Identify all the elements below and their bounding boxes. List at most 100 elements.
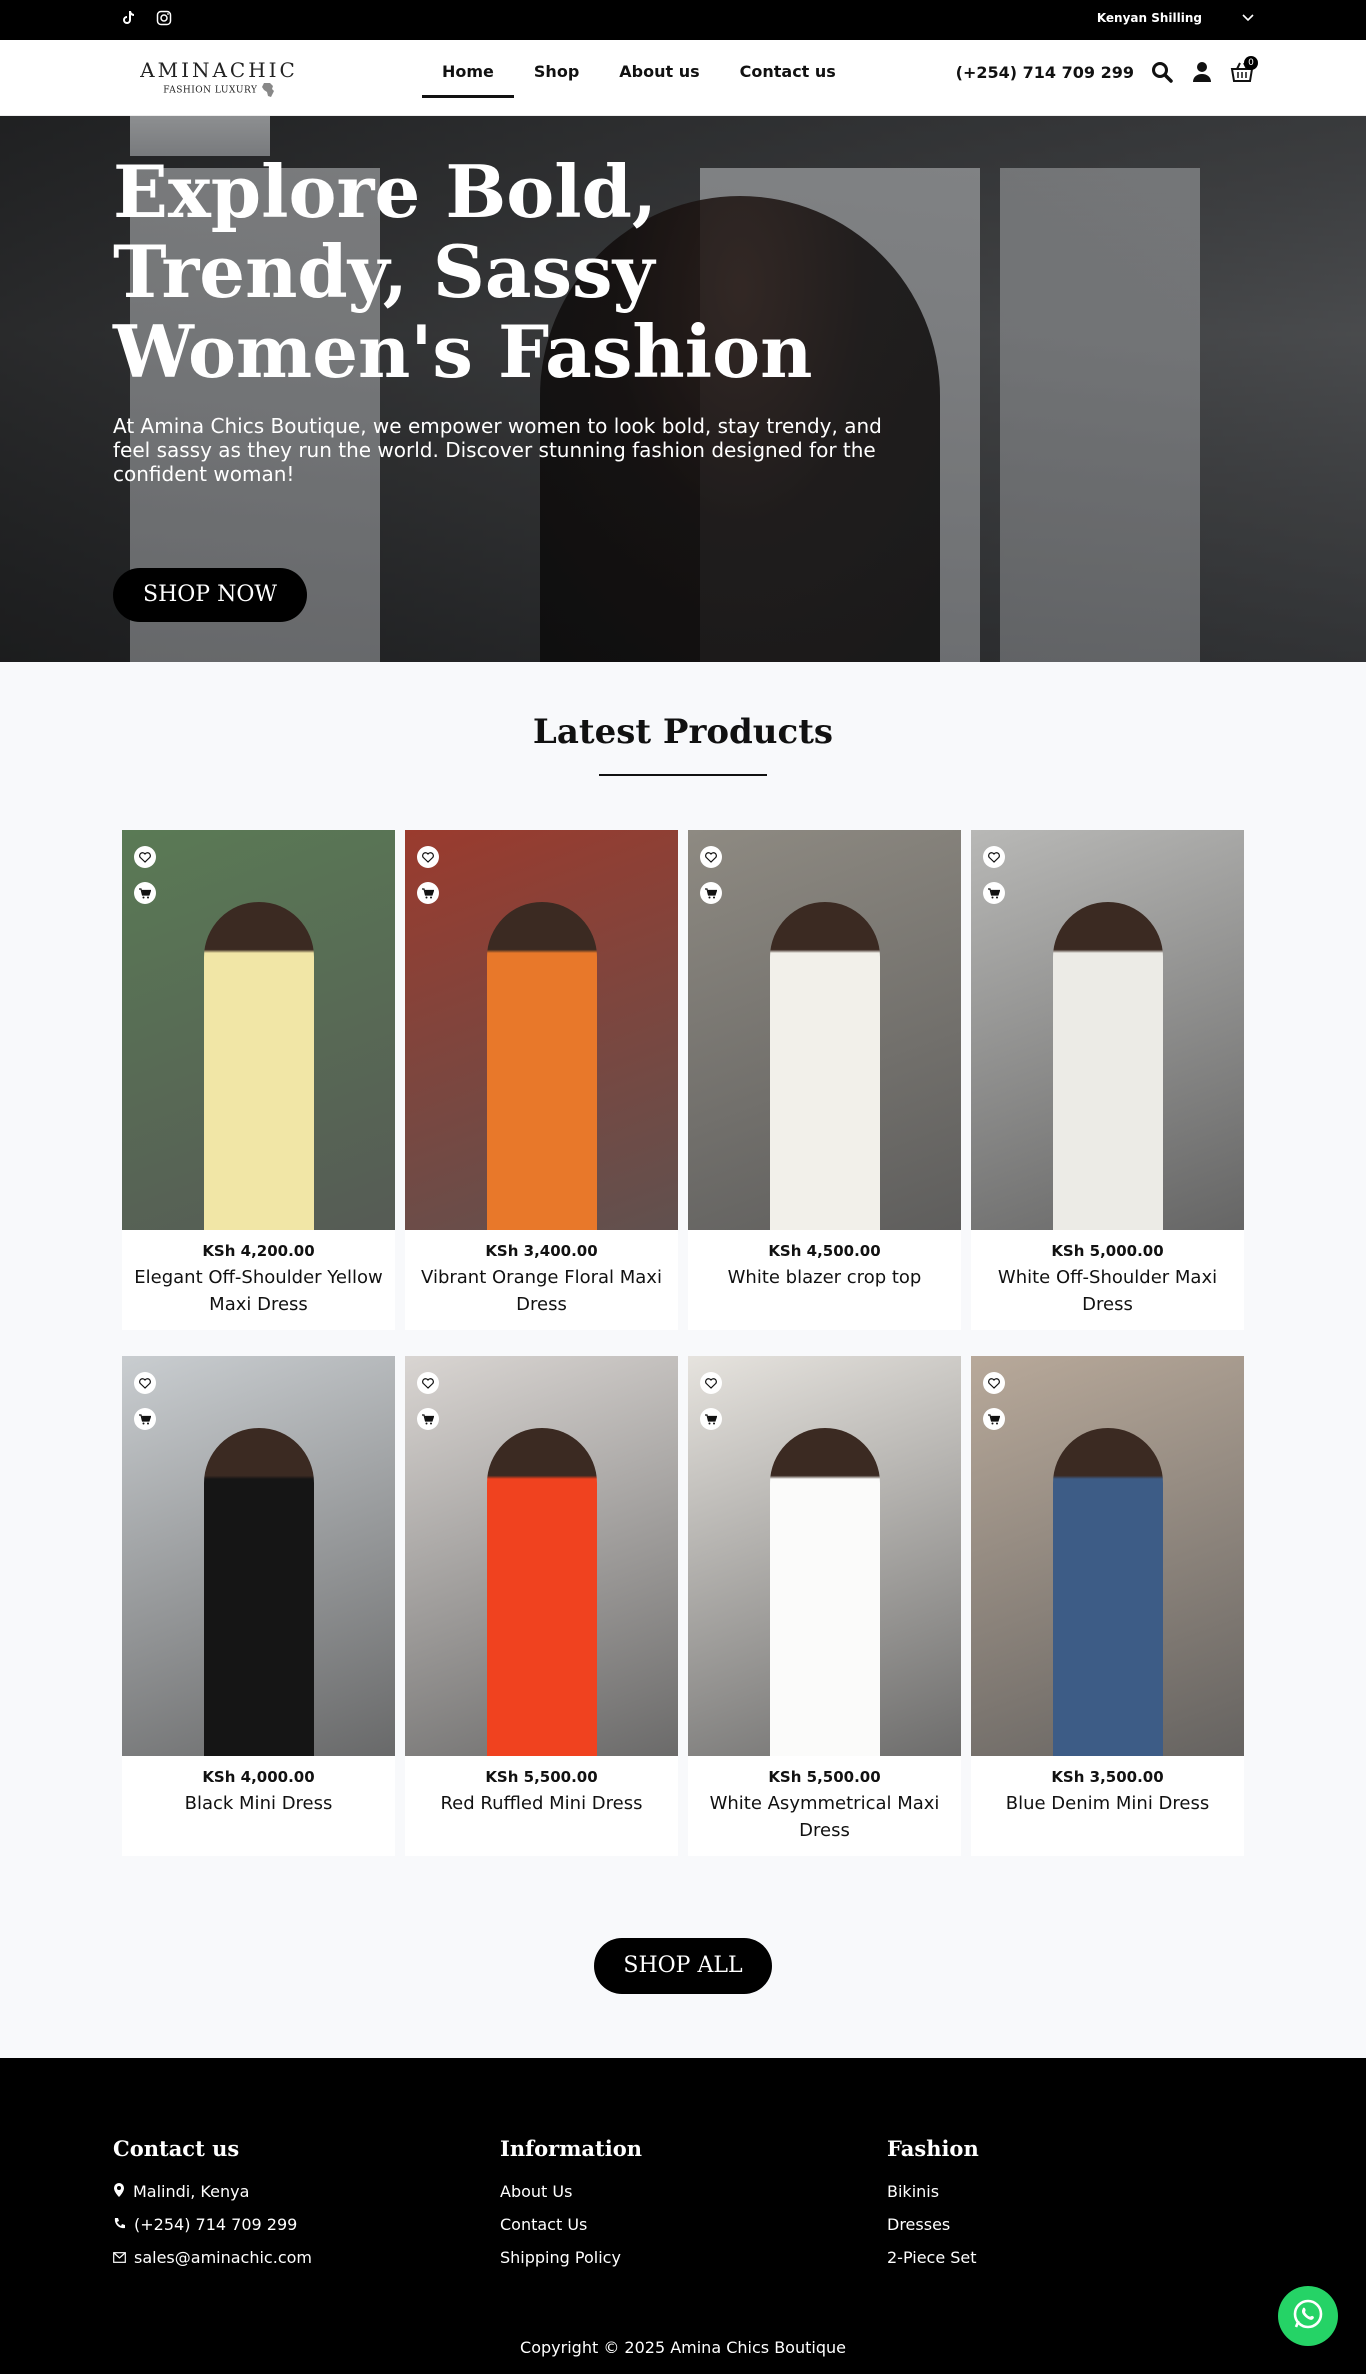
product-image[interactable]	[122, 830, 395, 1230]
product-price: KSh 4,200.00	[202, 1242, 315, 1260]
logo-tagline: FASHION LUXURY	[137, 82, 301, 98]
product-card[interactable]: KSh 4,500.00 White blazer crop top	[688, 830, 961, 1330]
product-card[interactable]: KSh 4,000.00 Black Mini Dress	[122, 1356, 395, 1856]
product-card[interactable]: KSh 3,400.00 Vibrant Orange Floral Maxi …	[405, 830, 678, 1330]
whatsapp-button[interactable]	[1278, 2286, 1338, 2346]
footer-email[interactable]: sales@aminachic.com	[113, 2241, 312, 2274]
instagram-icon[interactable]	[156, 10, 172, 26]
cart-button[interactable]: 0	[1230, 56, 1258, 84]
wishlist-heart-icon[interactable]	[417, 1372, 439, 1394]
product-name[interactable]: Red Ruffled Mini Dress	[405, 1786, 678, 1829]
nav-home[interactable]: Home	[422, 62, 514, 98]
hero-title: Explore Bold, Trendy, Sassy Women's Fash…	[113, 149, 813, 394]
add-to-cart-icon[interactable]	[417, 882, 439, 904]
basket-icon	[1230, 62, 1254, 88]
africa-map-icon	[261, 83, 275, 97]
product-price: KSh 4,000.00	[202, 1768, 315, 1786]
wishlist-heart-icon[interactable]	[700, 846, 722, 868]
wishlist-heart-icon[interactable]	[134, 1372, 156, 1394]
product-image[interactable]	[405, 1356, 678, 1756]
whatsapp-icon	[1291, 2297, 1325, 2335]
product-image[interactable]	[688, 1356, 961, 1756]
footer-fashion: Fashion Bikinis Dresses 2-Piece Set	[887, 2136, 979, 2274]
product-card[interactable]: KSh 5,500.00 White Asymmetrical Maxi Dre…	[688, 1356, 961, 1856]
footer-fashion-title: Fashion	[887, 2136, 979, 2161]
shop-now-button[interactable]: SHOP NOW	[113, 568, 307, 622]
footer-link-shipping[interactable]: Shipping Policy	[500, 2241, 642, 2274]
shop-all-button[interactable]: SHOP ALL	[594, 1938, 772, 1994]
phone-icon	[113, 2208, 126, 2241]
product-name[interactable]: Vibrant Orange Floral Maxi Dress	[405, 1260, 678, 1330]
product-name[interactable]: Black Mini Dress	[122, 1786, 395, 1829]
add-to-cart-icon[interactable]	[134, 1408, 156, 1430]
product-grid: KSh 4,200.00 Elegant Off-Shoulder Yellow…	[122, 830, 1244, 1856]
product-name[interactable]: White blazer crop top	[688, 1260, 961, 1303]
product-price: KSh 4,500.00	[768, 1242, 881, 1260]
add-to-cart-icon[interactable]	[417, 1408, 439, 1430]
cart-count-badge: 0	[1244, 56, 1258, 70]
wishlist-heart-icon[interactable]	[134, 846, 156, 868]
footer-link-contact[interactable]: Contact Us	[500, 2208, 642, 2241]
product-price: KSh 5,000.00	[1051, 1242, 1164, 1260]
hero-banner: Explore Bold, Trendy, Sassy Women's Fash…	[0, 116, 1366, 662]
nav-shop[interactable]: Shop	[514, 62, 599, 98]
wishlist-heart-icon[interactable]	[983, 846, 1005, 868]
header-actions: (+254) 714 709 299 0	[956, 56, 1258, 84]
product-image[interactable]	[122, 1356, 395, 1756]
product-price: KSh 5,500.00	[768, 1768, 881, 1786]
product-card[interactable]: KSh 4,200.00 Elegant Off-Shoulder Yellow…	[122, 830, 395, 1330]
header-phone[interactable]: (+254) 714 709 299	[956, 63, 1134, 82]
add-to-cart-icon[interactable]	[700, 882, 722, 904]
product-name[interactable]: Blue Denim Mini Dress	[971, 1786, 1244, 1829]
footer-link-dresses[interactable]: Dresses	[887, 2208, 979, 2241]
currency-label: Kenyan Shilling	[1096, 11, 1202, 25]
section-title: Latest Products	[532, 712, 834, 752]
title-divider	[599, 774, 767, 776]
site-footer: Contact us Malindi, Kenya (+254) 714 709…	[0, 2058, 1366, 2374]
wishlist-heart-icon[interactable]	[417, 846, 439, 868]
top-bar: Kenyan Shilling	[0, 0, 1366, 40]
site-header: AMINACHIC FASHION LUXURY Home Shop About…	[0, 40, 1366, 116]
footer-phone[interactable]: (+254) 714 709 299	[113, 2208, 312, 2241]
user-icon[interactable]	[1190, 60, 1214, 84]
nav-contact[interactable]: Contact us	[720, 62, 856, 98]
add-to-cart-icon[interactable]	[134, 882, 156, 904]
hero-subtitle: At Amina Chics Boutique, we empower wome…	[113, 414, 882, 486]
product-card[interactable]: KSh 5,500.00 Red Ruffled Mini Dress	[405, 1356, 678, 1856]
chevron-down-icon	[1242, 11, 1254, 25]
product-card[interactable]: KSh 3,500.00 Blue Denim Mini Dress	[971, 1356, 1244, 1856]
wishlist-heart-icon[interactable]	[983, 1372, 1005, 1394]
footer-information-title: Information	[500, 2136, 642, 2161]
footer-contact-title: Contact us	[113, 2136, 240, 2161]
product-image[interactable]	[405, 830, 678, 1230]
footer-information: Information About Us Contact Us Shipping…	[500, 2136, 642, 2274]
product-image[interactable]	[688, 830, 961, 1230]
tiktok-icon[interactable]	[120, 10, 136, 26]
add-to-cart-icon[interactable]	[983, 1408, 1005, 1430]
footer-location: Malindi, Kenya	[113, 2175, 312, 2208]
footer-link-about[interactable]: About Us	[500, 2175, 642, 2208]
product-price: KSh 5,500.00	[485, 1768, 598, 1786]
product-image[interactable]	[971, 1356, 1244, 1756]
add-to-cart-icon[interactable]	[700, 1408, 722, 1430]
site-logo[interactable]: AMINACHIC FASHION LUXURY	[137, 58, 301, 98]
product-price: KSh 3,400.00	[485, 1242, 598, 1260]
wishlist-heart-icon[interactable]	[700, 1372, 722, 1394]
main-nav: Home Shop About us Contact us	[422, 62, 856, 98]
search-icon[interactable]	[1150, 60, 1174, 84]
add-to-cart-icon[interactable]	[983, 882, 1005, 904]
latest-products-section: Latest Products KSh 4,200.00 Elegant Off…	[0, 712, 1366, 1994]
product-name[interactable]: Elegant Off-Shoulder Yellow Maxi Dress	[122, 1260, 395, 1330]
logo-brand: AMINACHIC	[140, 58, 298, 82]
product-image[interactable]	[971, 830, 1244, 1230]
footer-link-bikinis[interactable]: Bikinis	[887, 2175, 979, 2208]
social-links	[120, 10, 172, 26]
nav-about[interactable]: About us	[599, 62, 719, 98]
currency-selector[interactable]: Kenyan Shilling	[1097, 11, 1254, 25]
product-price: KSh 3,500.00	[1051, 1768, 1164, 1786]
product-name[interactable]: White Off-Shoulder Maxi Dress	[971, 1260, 1244, 1330]
footer-link-two-piece[interactable]: 2-Piece Set	[887, 2241, 979, 2274]
copyright: Copyright © 2025 Amina Chics Boutique	[520, 2338, 846, 2357]
product-name[interactable]: White Asymmetrical Maxi Dress	[688, 1786, 961, 1856]
product-card[interactable]: KSh 5,000.00 White Off-Shoulder Maxi Dre…	[971, 830, 1244, 1330]
